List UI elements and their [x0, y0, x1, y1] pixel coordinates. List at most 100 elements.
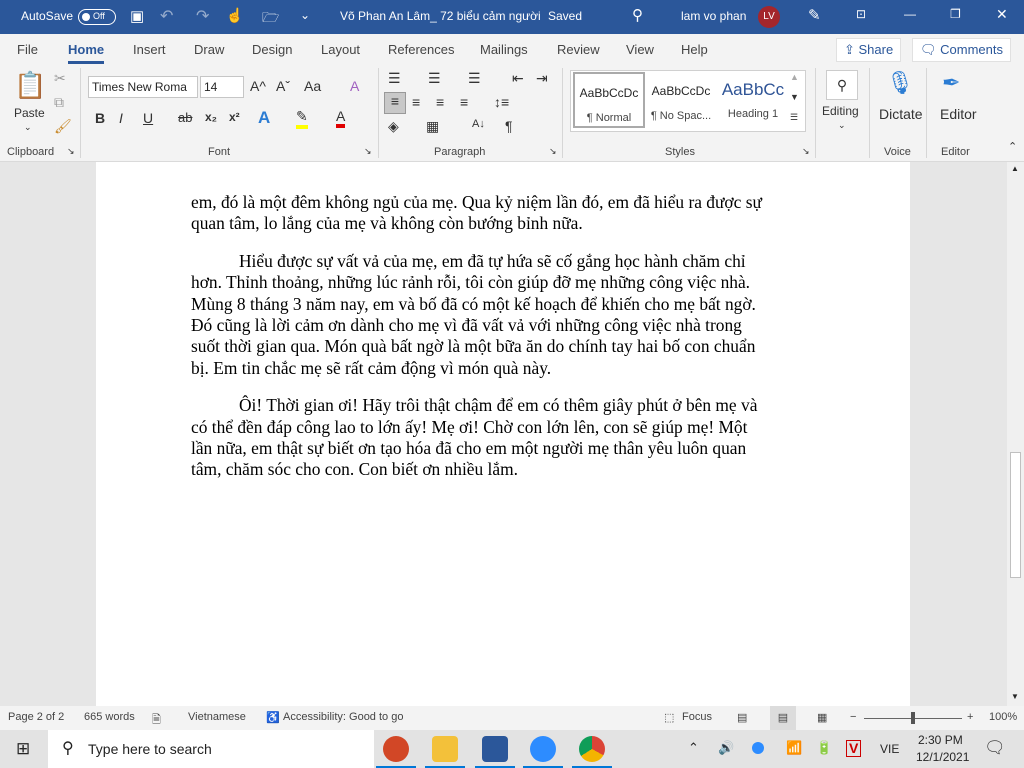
shrink-font-button[interactable]: Aˇ	[276, 78, 290, 94]
cut-icon[interactable]: ✂	[54, 70, 66, 87]
copy-icon[interactable]: ⧉	[54, 94, 64, 111]
tab-view[interactable]: View	[626, 42, 654, 57]
tab-references[interactable]: References	[388, 42, 454, 57]
scroll-down-icon[interactable]: ▼	[1011, 692, 1019, 701]
styles-up-icon[interactable]: ▲	[790, 72, 799, 82]
tab-home[interactable]: Home	[68, 42, 105, 64]
text-effects-icon[interactable]: A	[258, 108, 270, 128]
zoom-tray-icon[interactable]	[752, 742, 764, 754]
unikey-icon[interactable]: V	[846, 740, 862, 757]
comments-button[interactable]: 🗨 Comments	[912, 38, 1011, 62]
autosave-toggle[interactable]: Off	[78, 9, 116, 25]
collapse-ribbon-icon[interactable]: ⌃	[1008, 140, 1017, 153]
align-right-button[interactable]: ≡	[436, 94, 444, 110]
font-size-field[interactable]: 14	[200, 76, 244, 98]
font-launcher-icon[interactable]: ↘	[364, 146, 372, 157]
notifications-icon[interactable]: 🗨	[984, 738, 1006, 758]
style-normal[interactable]: AaBbCcDc ¶ Normal	[573, 72, 645, 128]
proofing-icon[interactable]: 🗎	[152, 711, 161, 730]
redo-icon[interactable]: ↷	[196, 6, 209, 26]
format-painter-icon[interactable]: 🖌	[54, 118, 72, 135]
customize-qat-icon[interactable]: ⌄	[300, 8, 310, 22]
zoom-slider-thumb[interactable]	[911, 712, 915, 724]
dictate-button[interactable]: Dictate	[879, 106, 923, 122]
saved-status[interactable]: Saved	[548, 9, 582, 23]
subscript-button[interactable]: x₂	[205, 110, 217, 124]
bold-button[interactable]: B	[95, 110, 105, 126]
undo-icon[interactable]: ↶	[160, 6, 173, 26]
read-mode-icon[interactable]: ▤	[737, 711, 747, 724]
style-no-spacing[interactable]: AaBbCcDc ¶ No Spac...	[645, 72, 717, 128]
tab-mailings[interactable]: Mailings	[480, 42, 528, 57]
borders-icon[interactable]: ▦	[426, 118, 439, 135]
save-icon[interactable]: ▣	[130, 7, 144, 25]
paragraph-launcher-icon[interactable]: ↘	[549, 146, 557, 157]
search-icon[interactable]: ⚲	[632, 6, 643, 24]
web-layout-icon[interactable]: ▦	[817, 711, 827, 724]
align-center-button[interactable]: ≡	[412, 94, 420, 110]
taskbar-search[interactable]: ⚲ Type here to search	[48, 730, 374, 768]
print-layout-icon[interactable]: ▤	[770, 706, 796, 730]
styles-down-icon[interactable]: ▼	[790, 92, 799, 102]
zoom-app-icon[interactable]	[523, 736, 563, 768]
microphone-icon[interactable]: 🎙	[886, 70, 914, 96]
windows-start-icon[interactable]: ⊞	[16, 739, 30, 759]
vertical-scrollbar[interactable]: ▲ ▼	[1007, 162, 1024, 706]
zoom-level[interactable]: 100%	[989, 711, 1017, 723]
clock-date[interactable]: 12/1/2021	[916, 750, 969, 764]
paste-icon[interactable]: 📋	[14, 70, 46, 101]
style-heading-1[interactable]: AaBbCc Heading 1	[717, 72, 789, 128]
battery-icon[interactable]: 🔋	[816, 740, 832, 756]
font-name-field[interactable]: Times New Roma	[88, 76, 198, 98]
wifi-icon[interactable]: 📶	[786, 740, 802, 756]
editor-button[interactable]: Editor	[940, 106, 977, 122]
find-icon[interactable]: ⚲	[826, 70, 858, 100]
open-icon[interactable]: 🗁	[262, 7, 279, 31]
tab-file[interactable]: File	[17, 42, 38, 57]
paragraph[interactable]: em, đó là một đêm không ngủ của mẹ. Qua …	[191, 192, 811, 235]
line-spacing-icon[interactable]: ↕≡	[494, 94, 509, 110]
highlight-icon[interactable]: ✎	[296, 108, 308, 129]
editor-icon[interactable]: ✒	[942, 70, 960, 96]
clock-time[interactable]: 2:30 PM	[918, 733, 963, 747]
numbering-icon[interactable]: ☰	[428, 70, 441, 87]
increase-indent-icon[interactable]: ⇥	[536, 70, 548, 87]
decrease-indent-icon[interactable]: ⇤	[512, 70, 524, 87]
tab-insert[interactable]: Insert	[133, 42, 166, 57]
align-left-button[interactable]: ≡	[384, 92, 406, 114]
word-count[interactable]: 665 words	[84, 711, 135, 723]
tab-help[interactable]: Help	[681, 42, 708, 57]
italic-button[interactable]: I	[119, 110, 123, 126]
paste-dropdown-icon[interactable]: ⌄	[24, 122, 32, 133]
page-count[interactable]: Page 2 of 2	[8, 711, 64, 723]
zoom-out-button[interactable]: −	[850, 711, 856, 723]
superscript-button[interactable]: x²	[229, 110, 240, 124]
sort-icon[interactable]: A↓	[472, 118, 485, 130]
touch-mode-icon[interactable]: ☝	[226, 7, 243, 24]
tab-layout[interactable]: Layout	[321, 42, 360, 57]
change-case-button[interactable]: Aa	[304, 78, 321, 94]
multilevel-list-icon[interactable]: ☰	[468, 70, 481, 87]
grow-font-button[interactable]: A^	[250, 78, 266, 94]
tab-design[interactable]: Design	[252, 42, 292, 57]
styles-more-icon[interactable]: ☰	[790, 112, 798, 123]
show-formatting-button[interactable]: ¶	[505, 118, 513, 134]
scroll-thumb[interactable]	[1010, 452, 1021, 578]
pen-icon[interactable]: ✎	[808, 6, 821, 24]
shading-icon[interactable]: ◈	[388, 118, 399, 135]
powerpoint-icon[interactable]	[376, 736, 416, 768]
close-icon[interactable]: ✕	[996, 6, 1008, 23]
word-icon[interactable]	[475, 736, 515, 768]
clear-formatting-icon[interactable]: A	[350, 78, 359, 94]
avatar[interactable]: LV	[758, 6, 780, 28]
justify-button[interactable]: ≡	[460, 94, 468, 110]
share-button[interactable]: ⇪ Share	[836, 38, 902, 62]
zoom-in-button[interactable]: +	[967, 711, 973, 723]
language[interactable]: Vietnamese	[188, 711, 246, 723]
editing-dropdown-icon[interactable]: ⌄	[838, 120, 846, 131]
minimize-icon[interactable]: —	[904, 7, 916, 21]
input-language[interactable]: VIE	[880, 742, 899, 756]
ribbon-display-icon[interactable]: ⊡	[856, 7, 866, 21]
chrome-icon[interactable]	[572, 736, 612, 768]
tab-review[interactable]: Review	[557, 42, 600, 57]
